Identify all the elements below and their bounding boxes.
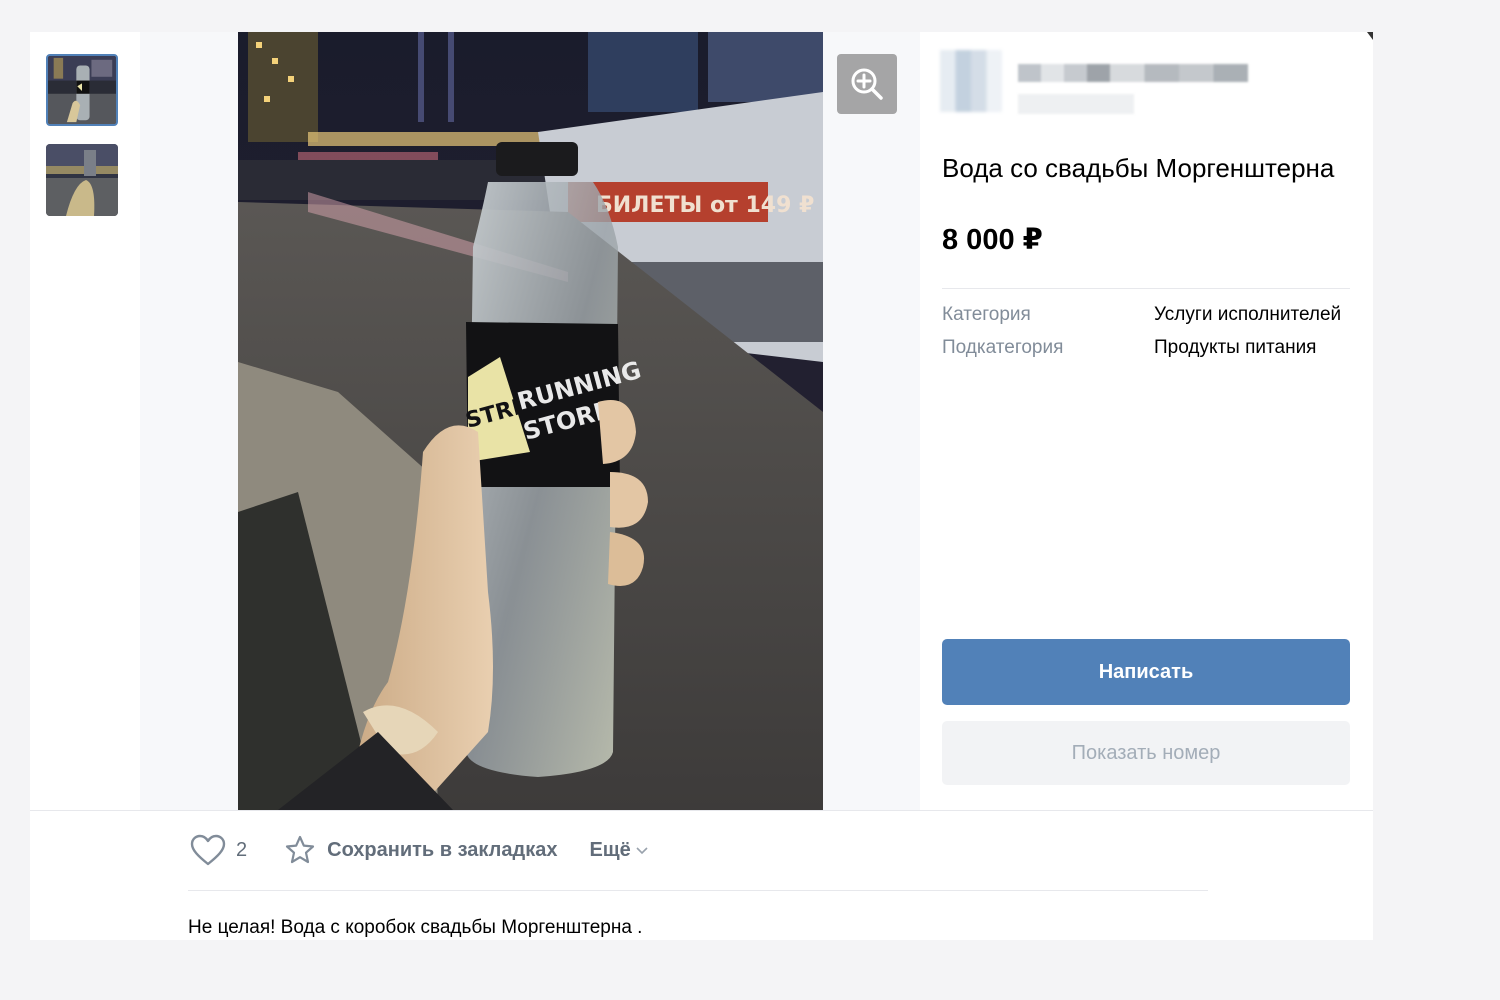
property-key: Категория (942, 304, 1031, 325)
property-key: Подкатегория (942, 337, 1064, 358)
thumbnail-2[interactable] (46, 144, 118, 216)
seller-name-blurred[interactable] (1018, 64, 1248, 82)
market-item-card: БИЛЕТЫ от 149 ₽ STRIDE RUNNING STORE Вод… (30, 32, 1373, 940)
write-message-button[interactable]: Написать (942, 639, 1350, 705)
description-divider (188, 890, 1208, 891)
photo-viewer: БИЛЕТЫ от 149 ₽ STRIDE RUNNING STORE (140, 32, 920, 810)
item-info-panel: Вода со свадьбы Моргенштерна 8 000 ₽ Кат… (920, 32, 1373, 810)
like-count: 2 (236, 838, 248, 861)
item-actions-bar: 2 Сохранить в закладках Ещё (190, 832, 649, 868)
item-title: Вода со свадьбы Моргенштерна (942, 153, 1335, 183)
heart-icon (190, 834, 226, 866)
property-row-subcategory: Подкатегория Продукты питания (942, 337, 1350, 359)
star-icon (286, 835, 315, 864)
property-value[interactable]: Услуги исполнителей (1154, 304, 1341, 326)
property-row-category: Категория Услуги исполнителей (942, 304, 1350, 326)
thumbnail-1[interactable] (46, 54, 118, 126)
more-label: Ещё (589, 838, 631, 861)
item-description: Не целая! Вода с коробок свадьбы Моргенш… (188, 917, 643, 938)
show-number-button[interactable]: Показать номер (942, 721, 1350, 785)
product-photo[interactable]: БИЛЕТЫ от 149 ₽ STRIDE RUNNING STORE (238, 32, 823, 810)
like-button[interactable]: 2 (190, 834, 247, 866)
corner-mark (1367, 32, 1373, 40)
property-value[interactable]: Продукты питания (1154, 337, 1316, 359)
item-price: 8 000 ₽ (942, 224, 1043, 256)
thumbnail-list (30, 32, 140, 810)
divider (942, 288, 1350, 289)
more-menu-button[interactable]: Ещё (589, 839, 648, 862)
zoom-in-icon (851, 68, 883, 100)
chevron-down-icon (636, 847, 648, 855)
section-divider (30, 810, 1373, 811)
seller-avatar[interactable] (940, 50, 1002, 112)
zoom-button[interactable] (837, 54, 897, 114)
bookmark-button[interactable]: Сохранить в закладках (285, 835, 557, 865)
bookmark-label: Сохранить в закладках (327, 838, 558, 861)
seller-subtitle-blurred (1018, 94, 1134, 114)
sign-text: БИЛЕТЫ от 149 ₽ (596, 193, 814, 218)
